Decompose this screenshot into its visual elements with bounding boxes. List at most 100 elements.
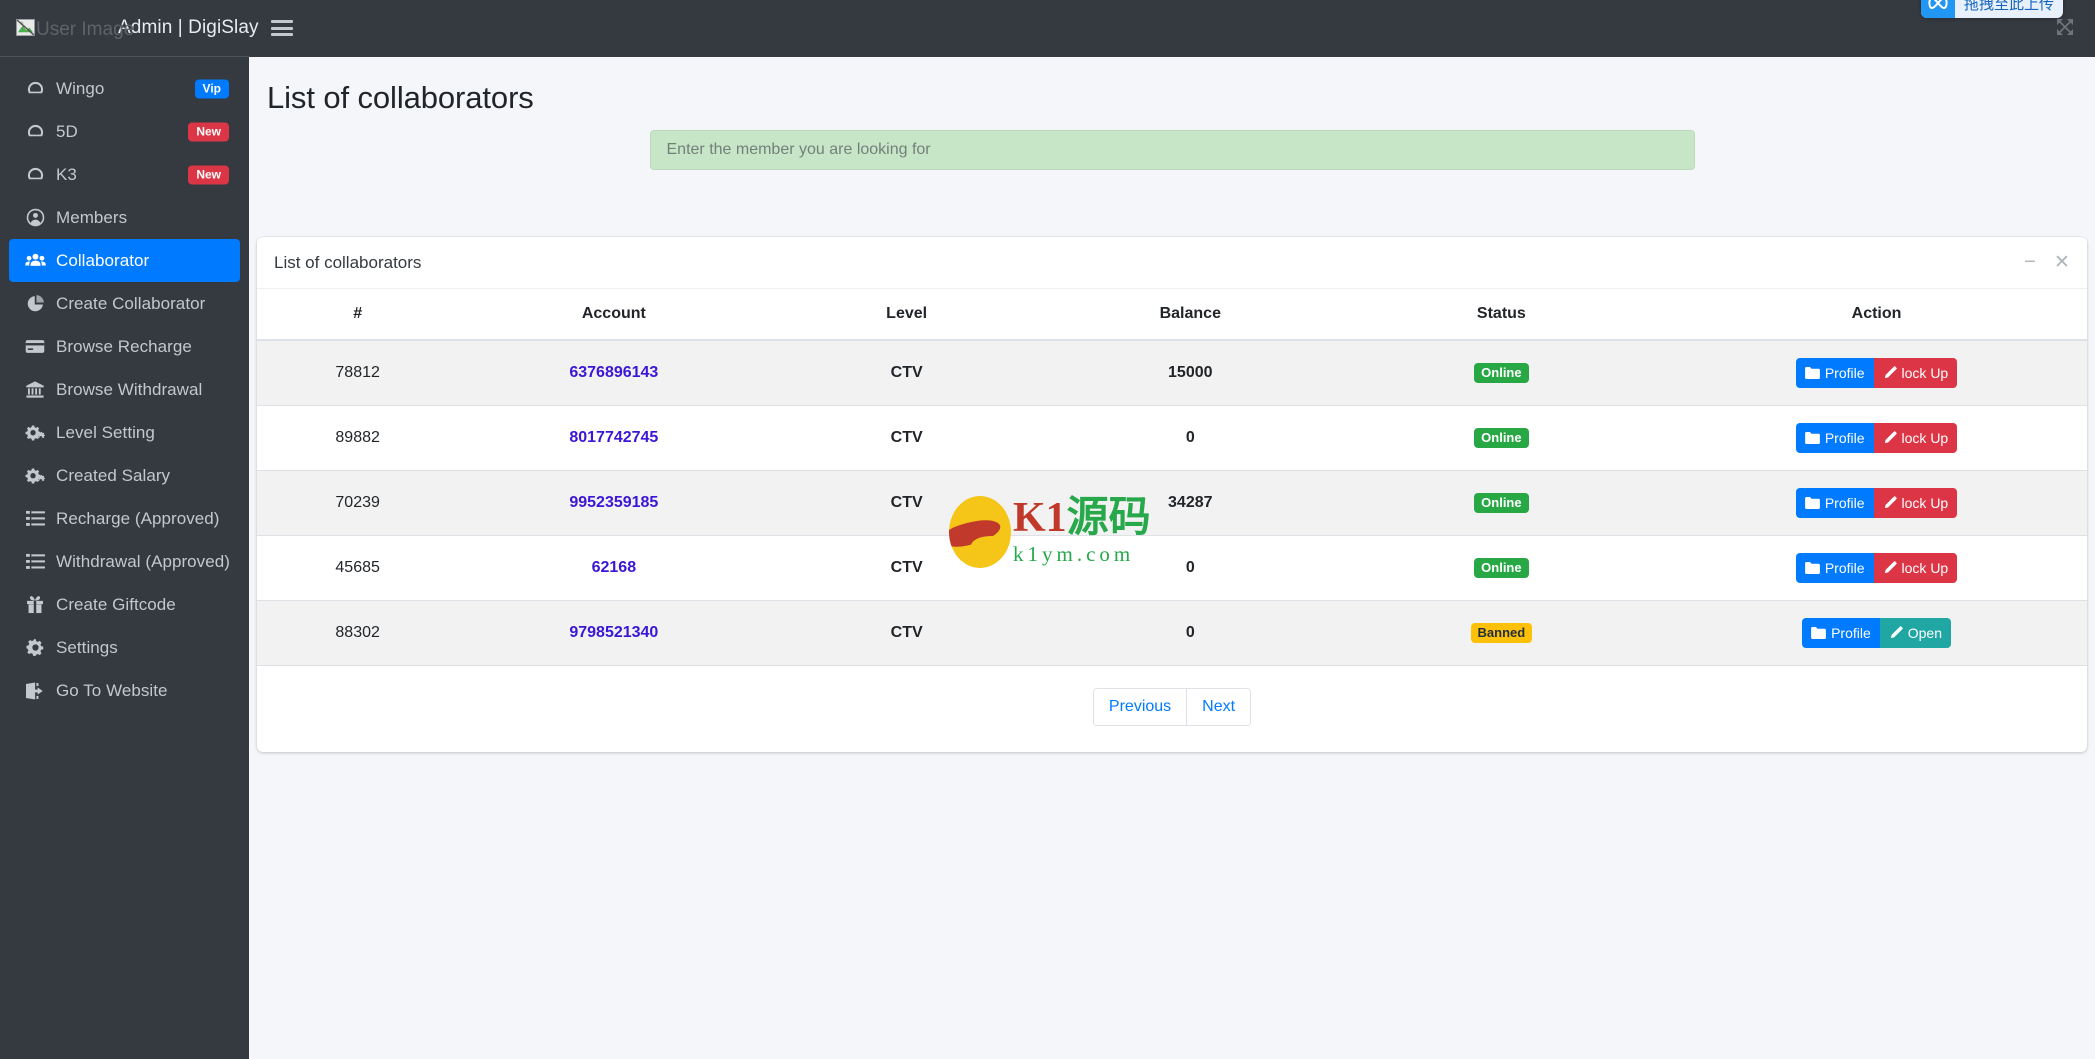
table-head: # Account Level Balance Status Action bbox=[257, 289, 2087, 341]
hamburger-icon[interactable] bbox=[271, 18, 293, 38]
sidebar-item-create-giftcode[interactable]: Create Giftcode bbox=[9, 583, 240, 626]
cell-action: Profile lock Up bbox=[1666, 535, 2087, 601]
profile-button[interactable]: Profile bbox=[1795, 358, 1874, 388]
cell-index-value: 89882 bbox=[335, 429, 380, 446]
sidebar-item-settings[interactable]: Settings bbox=[9, 626, 240, 669]
action-button-label: Profile bbox=[1831, 625, 1871, 641]
cell-level: CTV bbox=[769, 405, 1044, 471]
cell-index: 78812 bbox=[257, 340, 459, 406]
cell-balance-value: 0 bbox=[1185, 429, 1195, 446]
sidebar-item-label: Browse Recharge bbox=[56, 336, 192, 356]
user-image-alt-text: User Image bbox=[36, 19, 135, 40]
action-button-group: Profile lock Up bbox=[1795, 488, 1958, 518]
cell-account: 62168 bbox=[458, 535, 770, 601]
card-header: List of collaborators − ✕ bbox=[257, 237, 2087, 289]
sidebar-item-badge: New bbox=[188, 165, 229, 184]
upload-badge-label: 拖拽至此上传 bbox=[1963, 0, 2054, 13]
sidebar-item-label: 5D bbox=[56, 121, 78, 141]
drag-upload-badge[interactable]: 拖拽至此上传 bbox=[1920, 0, 2063, 18]
open-button[interactable]: Open bbox=[1879, 618, 1951, 648]
folder-icon bbox=[1811, 627, 1826, 639]
sidebar-item-created-salary[interactable]: Created Salary bbox=[9, 454, 240, 497]
sidebar-item-go-to-website[interactable]: Go To Website bbox=[9, 669, 240, 712]
profile-button[interactable]: Profile bbox=[1802, 618, 1880, 648]
account-link[interactable]: 9952359185 bbox=[569, 494, 658, 511]
gear-icon bbox=[21, 638, 49, 657]
cell-balance: 0 bbox=[1043, 405, 1337, 471]
profile-button[interactable]: Profile bbox=[1795, 553, 1874, 583]
pencil-icon bbox=[1883, 431, 1897, 445]
cell-action: Profile Open bbox=[1666, 600, 2087, 666]
cell-index-value: 70239 bbox=[335, 494, 380, 511]
lock-up-button[interactable]: lock Up bbox=[1873, 358, 1958, 388]
sidebar-item-level-setting[interactable]: Level Setting bbox=[9, 411, 240, 454]
cell-balance: 0 bbox=[1043, 600, 1337, 666]
table-body: 78812 6376896143 CTV 15000 Online Profile lock… bbox=[257, 340, 2087, 666]
sidebar-item-label: Level Setting bbox=[56, 422, 155, 442]
cell-level-value: CTV bbox=[890, 559, 923, 576]
sidebar-item-5d[interactable]: 5D New bbox=[9, 110, 240, 153]
sidebar-item-collaborator[interactable]: Collaborator bbox=[9, 239, 240, 282]
search-input[interactable] bbox=[649, 130, 1695, 170]
action-button-group: Profile Open bbox=[1802, 618, 1951, 648]
sidebar-item-label: Browse Withdrawal bbox=[56, 379, 203, 399]
action-button-group: Profile lock Up bbox=[1795, 358, 1958, 388]
close-icon[interactable]: ✕ bbox=[2051, 252, 2073, 274]
account-link[interactable]: 9798521340 bbox=[569, 624, 658, 641]
sidebar-item-label: Created Salary bbox=[56, 465, 171, 485]
pencil-icon bbox=[1889, 626, 1903, 640]
profile-button[interactable]: Profile bbox=[1795, 423, 1874, 453]
sidebar: User Image Admin | DigiSlay Wingo Vip 5D Ne… bbox=[0, 0, 259, 1059]
search-area bbox=[249, 130, 2095, 170]
column-header-level: Level bbox=[769, 289, 1044, 341]
expand-arrows-icon[interactable] bbox=[2055, 17, 2075, 37]
top-navbar: 拖拽至此上传 bbox=[249, 0, 2095, 57]
previous-page-button[interactable]: Previous bbox=[1093, 689, 1188, 725]
sidebar-item-label: Wingo bbox=[56, 78, 105, 98]
minus-icon[interactable]: − bbox=[2019, 251, 2041, 274]
sidebar-item-k3[interactable]: K3 New bbox=[9, 153, 240, 196]
cell-action: Profile lock Up bbox=[1666, 470, 2087, 536]
cell-status: Online bbox=[1336, 535, 1667, 601]
lock-up-button[interactable]: lock Up bbox=[1873, 488, 1958, 518]
table-row: 70239 9952359185 CTV 34287 Online Profile lock… bbox=[257, 470, 2087, 536]
account-link[interactable]: 6376896143 bbox=[569, 364, 658, 381]
sidebar-item-create-collaborator[interactable]: Create Collaborator bbox=[9, 282, 240, 325]
account-link[interactable]: 62168 bbox=[592, 559, 637, 576]
cogs-icon bbox=[21, 423, 49, 442]
sidebar-item-browse-withdrawal[interactable]: Browse Withdrawal bbox=[9, 368, 240, 411]
cell-level-value: CTV bbox=[890, 624, 923, 641]
sidebar-item-label: Withdrawal (Approved) bbox=[56, 551, 230, 571]
account-link[interactable]: 8017742745 bbox=[569, 429, 658, 446]
cell-balance: 34287 bbox=[1043, 470, 1337, 536]
next-page-button[interactable]: Next bbox=[1187, 689, 1251, 725]
cell-level-value: CTV bbox=[890, 429, 923, 446]
card-title: List of collaborators bbox=[274, 252, 422, 272]
cell-balance: 0 bbox=[1043, 535, 1337, 601]
main-content: List of collaborators List of collaborat… bbox=[249, 57, 2095, 1059]
cell-account: 9952359185 bbox=[458, 470, 770, 536]
sidebar-item-members[interactable]: Members bbox=[9, 196, 240, 239]
profile-button[interactable]: Profile bbox=[1795, 488, 1874, 518]
folder-icon bbox=[1804, 497, 1820, 509]
table-row: 88302 9798521340 CTV 0 Banned Profile Open bbox=[257, 600, 2087, 666]
table-row: 89882 8017742745 CTV 0 Online Profile lock Up bbox=[257, 405, 2087, 471]
sidebar-item-recharge-approved[interactable]: Recharge (Approved) bbox=[9, 497, 240, 540]
sidebar-item-wingo[interactable]: Wingo Vip bbox=[9, 67, 240, 110]
sidebar-item-browse-recharge[interactable]: Browse Recharge bbox=[9, 325, 240, 368]
sidebar-item-withdrawal-approved[interactable]: Withdrawal (Approved) bbox=[9, 540, 240, 583]
collaborators-table: # Account Level Balance Status Action 78… bbox=[257, 289, 2087, 666]
lock-up-button[interactable]: lock Up bbox=[1873, 423, 1958, 453]
action-button-label: lock Up bbox=[1901, 365, 1949, 381]
table-row: 78812 6376896143 CTV 15000 Online Profile lock… bbox=[257, 340, 2087, 406]
sidebar-item-badge: Vip bbox=[194, 79, 229, 98]
cell-status: Online bbox=[1336, 340, 1667, 406]
credit-card-icon bbox=[21, 339, 49, 354]
pagination: Previous Next bbox=[257, 666, 2087, 752]
cell-index: 88302 bbox=[257, 600, 459, 666]
cell-action: Profile lock Up bbox=[1666, 405, 2087, 471]
lock-up-button[interactable]: lock Up bbox=[1873, 553, 1958, 583]
sidebar-brand[interactable]: User Image Admin | DigiSlay bbox=[0, 0, 259, 57]
list-icon bbox=[21, 510, 49, 527]
cell-index: 89882 bbox=[257, 405, 459, 471]
